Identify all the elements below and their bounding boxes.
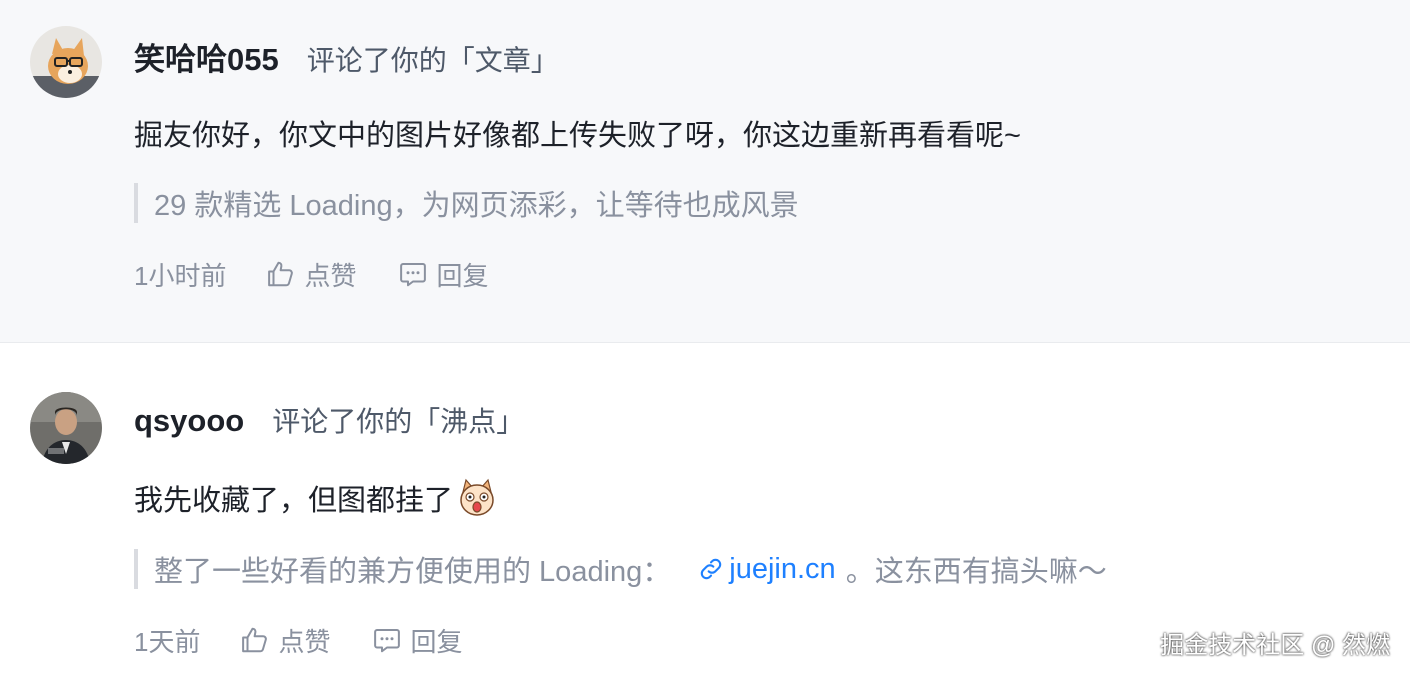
comment-text: 我先收藏了，但图都挂了 xyxy=(134,485,454,517)
link-text: juejin.cn xyxy=(729,552,836,585)
shiba-dog-avatar-icon xyxy=(30,26,102,98)
avatar[interactable] xyxy=(30,26,102,98)
avatar[interactable] xyxy=(30,392,102,464)
reply-label: 回复 xyxy=(410,626,463,657)
like-button[interactable]: 点赞 xyxy=(266,256,356,293)
comment-content: 掘友你好，你文中的图片好像都上传失败了呀，你这边重新再看看呢~ xyxy=(134,120,1021,152)
like-label: 点赞 xyxy=(278,626,331,657)
watermark: 掘金技术社区 @ 然燃 xyxy=(1160,632,1390,659)
notification-header: 笑哈哈055 评论了你的「文章」 xyxy=(134,34,559,77)
comment-icon xyxy=(374,629,401,653)
shocked-dog-emoji-icon xyxy=(460,478,494,516)
thumb-up-icon xyxy=(242,627,268,653)
notification-header: qsyooo 评论了你的「沸点」 xyxy=(134,400,524,440)
quoted-source[interactable]: 整了一些好看的兼方便使用的 Loading： juejin.cn 。这东西有搞头… xyxy=(134,549,1107,589)
action-text[interactable]: 评论了你的「文章」 xyxy=(307,39,559,79)
quote-link[interactable]: juejin.cn xyxy=(697,552,836,586)
like-label: 点赞 xyxy=(304,260,357,291)
timestamp: 1小时前 xyxy=(134,260,227,291)
action-text[interactable]: 评论了你的「沸点」 xyxy=(272,400,524,440)
like-button[interactable]: 点赞 xyxy=(240,622,330,659)
notification-item[interactable]: 笑哈哈055 评论了你的「文章」 掘友你好，你文中的图片好像都上传失败了呀，你这… xyxy=(0,0,1410,343)
quote-suffix: 。这东西有搞头嘛～ xyxy=(845,556,1107,588)
username[interactable]: qsyooo xyxy=(134,403,244,439)
man-photo-avatar-icon xyxy=(30,392,102,464)
quote-text: 29 款精选 Loading，为网页添彩，让等待也成风景 xyxy=(154,190,799,222)
comment-meta: 1天前 点赞 回复 xyxy=(134,620,505,660)
thumb-up-icon xyxy=(268,261,294,287)
link-icon xyxy=(701,558,722,580)
reply-label: 回复 xyxy=(436,260,489,291)
quoted-source[interactable]: 29 款精选 Loading，为网页添彩，让等待也成风景 xyxy=(134,183,799,223)
reply-button[interactable]: 回复 xyxy=(398,256,489,293)
comment-meta: 1小时前 点赞 回复 xyxy=(134,254,531,294)
username[interactable]: 笑哈哈055 xyxy=(134,34,279,79)
comment-content: 我先收藏了，但图都挂了 xyxy=(134,477,497,519)
quote-prefix: 整了一些好看的兼方便使用的 Loading： xyxy=(154,556,672,588)
timestamp: 1天前 xyxy=(134,626,201,657)
reply-button[interactable]: 回复 xyxy=(372,622,463,659)
comment-icon xyxy=(400,263,427,287)
